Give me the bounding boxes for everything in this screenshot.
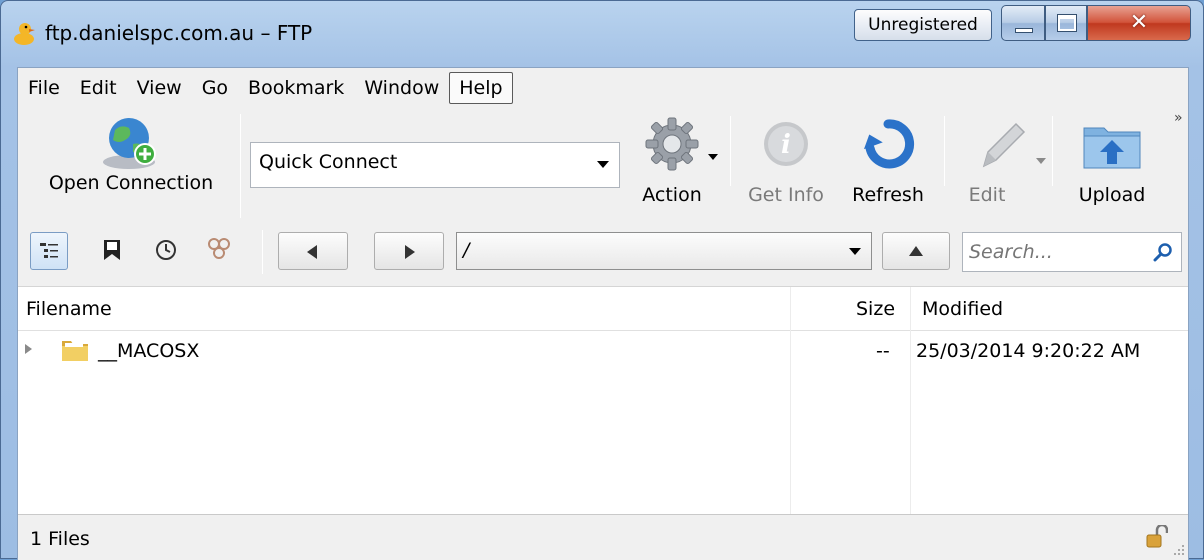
toolbar-overflow-button[interactable]: »	[1174, 110, 1183, 126]
toolbar: Open Connection Quick Connect Action i G…	[18, 106, 1188, 286]
gear-icon	[645, 117, 699, 171]
upload-button[interactable]: Upload	[1062, 116, 1162, 216]
quick-connect-value: Quick Connect	[259, 151, 398, 173]
menu-window[interactable]: Window	[354, 72, 449, 104]
refresh-button[interactable]: Refresh	[838, 116, 938, 216]
toolbar-separator	[730, 116, 731, 186]
menu-go[interactable]: Go	[192, 72, 238, 104]
open-connection-label: Open Connection	[48, 172, 214, 194]
folder-icon	[62, 341, 88, 361]
search-field[interactable]	[962, 232, 1182, 272]
column-header-filename[interactable]: Filename	[26, 298, 112, 320]
status-text: 1 Files	[30, 528, 90, 550]
close-button[interactable]: ✕	[1087, 5, 1191, 41]
bonjour-icon[interactable]	[206, 236, 232, 262]
file-size: --	[876, 340, 890, 362]
menu-view[interactable]: View	[127, 72, 192, 104]
close-icon: ✕	[1129, 10, 1149, 35]
column-header-modified[interactable]: Modified	[922, 298, 1003, 320]
duck-icon	[14, 23, 35, 45]
outline-view-icon	[40, 243, 58, 258]
menu-help[interactable]: Help	[449, 72, 513, 104]
maximize-icon	[1057, 14, 1077, 32]
menu-bookmark[interactable]: Bookmark	[238, 72, 354, 104]
chevron-down-icon	[708, 154, 718, 160]
refresh-icon	[863, 119, 915, 169]
path-value: /	[463, 239, 470, 261]
forward-button[interactable]	[374, 232, 444, 270]
toolbar-separator	[262, 230, 263, 274]
title-bar[interactable]: ftp.danielspc.com.au – FTP Unregistered …	[1, 1, 1204, 67]
minimize-button[interactable]	[1001, 5, 1045, 41]
refresh-label: Refresh	[852, 184, 924, 206]
pencil-icon	[982, 122, 1026, 168]
unlocked-padlock-icon[interactable]	[1146, 525, 1168, 549]
chevron-down-icon	[849, 248, 861, 255]
chevron-down-icon	[597, 161, 609, 168]
resize-grip-icon[interactable]	[1172, 543, 1186, 557]
file-browser: Filename Size Modified __MACOSX -- 25/03…	[18, 286, 1188, 515]
column-divider	[790, 287, 791, 515]
get-info-label: Get Info	[748, 184, 824, 206]
history-icon[interactable]	[154, 238, 178, 262]
edit-button[interactable]: Edit	[952, 116, 1052, 216]
app-window: ftp.danielspc.com.au – FTP Unregistered …	[0, 0, 1204, 560]
toolbar-separator	[1052, 116, 1053, 186]
bookmark-icon[interactable]	[102, 238, 122, 262]
svg-text:i: i	[781, 130, 791, 160]
menu-file[interactable]: File	[18, 72, 70, 104]
forward-arrow-icon	[405, 245, 415, 259]
client-area: File Edit View Go Bookmark Window Help O…	[17, 67, 1189, 560]
action-button[interactable]: Action	[622, 116, 722, 216]
column-header-row: Filename Size Modified	[18, 287, 1188, 331]
path-combo[interactable]: /	[456, 232, 872, 270]
open-connection-button[interactable]: Open Connection	[28, 108, 234, 194]
upload-label: Upload	[1078, 184, 1146, 206]
status-bar: 1 Files	[18, 514, 1188, 560]
parent-directory-button[interactable]	[882, 232, 950, 270]
toolbar-separator	[944, 116, 945, 186]
browser-view-button[interactable]	[30, 232, 68, 270]
globe-add-icon	[103, 118, 156, 169]
chevron-down-icon	[1036, 158, 1046, 164]
action-label: Action	[642, 184, 702, 206]
window-title: ftp.danielspc.com.au – FTP	[45, 21, 313, 45]
search-icon	[1153, 243, 1172, 262]
unregistered-badge[interactable]: Unregistered	[854, 9, 992, 41]
file-name: __MACOSX	[98, 340, 200, 362]
menu-edit[interactable]: Edit	[70, 72, 127, 104]
info-icon: i	[764, 122, 808, 166]
up-arrow-icon	[909, 246, 923, 256]
edit-label: Edit	[968, 184, 1006, 206]
upload-folder-icon	[1083, 127, 1141, 169]
maximize-button[interactable]	[1045, 5, 1087, 41]
column-divider	[910, 287, 911, 515]
file-modified: 25/03/2014 9:20:22 AM	[916, 340, 1141, 362]
search-input[interactable]	[967, 237, 1143, 267]
toolbar-separator	[240, 114, 241, 218]
menu-bar: File Edit View Go Bookmark Window Help	[18, 72, 513, 104]
quick-connect-combo[interactable]: Quick Connect	[250, 142, 620, 188]
column-header-size[interactable]: Size	[856, 298, 895, 320]
minimize-icon	[1015, 28, 1033, 33]
back-arrow-icon	[307, 245, 317, 259]
expand-arrow-icon[interactable]	[25, 344, 32, 354]
get-info-button[interactable]: i Get Info	[740, 116, 832, 216]
table-row[interactable]: __MACOSX -- 25/03/2014 9:20:22 AM	[18, 331, 1188, 369]
back-button[interactable]	[278, 232, 348, 270]
